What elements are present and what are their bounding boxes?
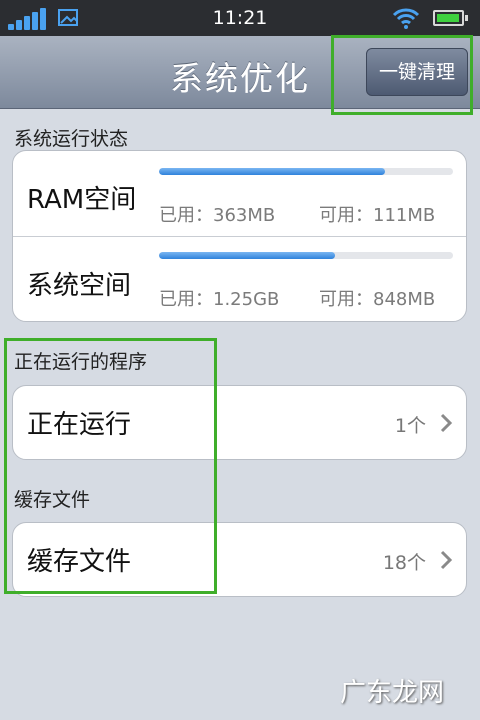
- system-status-group: RAM空间 已用：363MB 可用：111MB 系统空间 已用：1.25GB 可…: [12, 150, 467, 322]
- ram-row[interactable]: RAM空间 已用：363MB 可用：111MB: [13, 151, 466, 236]
- highlight-box-programs-cache: [4, 338, 217, 594]
- running-programs-count: 1个: [394, 415, 426, 437]
- system-storage-used: 已用：1.25GB: [159, 289, 280, 310]
- chevron-right-icon: [440, 413, 453, 433]
- ram-title: RAM空间: [27, 185, 137, 215]
- system-storage-row[interactable]: 系统空间 已用：1.25GB 可用：848MB: [13, 237, 466, 322]
- battery-icon: [433, 10, 468, 26]
- system-storage-bar: [159, 252, 453, 259]
- system-storage-fill: [159, 252, 336, 259]
- cache-files-count: 18个: [382, 552, 426, 574]
- ram-used: 已用：363MB: [159, 205, 276, 226]
- ram-usage-fill: [159, 168, 386, 175]
- system-storage-title: 系统空间: [27, 271, 132, 301]
- highlight-box-clean-button: [331, 35, 473, 115]
- status-bar: 11:21: [0, 0, 480, 36]
- wifi-icon: [392, 8, 420, 29]
- battery-level: [437, 14, 459, 22]
- system-storage-free: 可用：848MB: [319, 289, 436, 310]
- watermark-text: 广东龙网: [340, 678, 445, 708]
- ram-free: 可用：111MB: [319, 205, 436, 226]
- chevron-right-icon: [440, 550, 453, 570]
- section-label-system-status: 系统运行状态: [14, 128, 129, 150]
- ram-usage-bar: [159, 168, 453, 175]
